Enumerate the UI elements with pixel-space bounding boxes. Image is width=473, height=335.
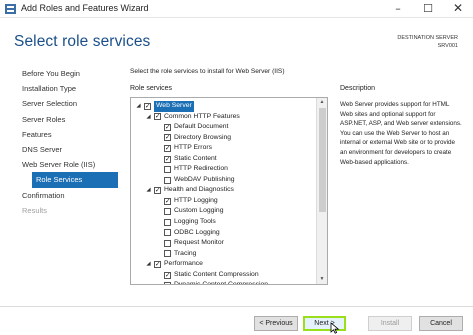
role-service-label: WebDAV Publishing xyxy=(174,175,235,183)
role-service-label: HTTP Errors xyxy=(174,144,213,152)
nav-item-results: Results xyxy=(22,205,48,215)
role-service-checkbox[interactable] xyxy=(164,208,171,216)
server-manager-icon xyxy=(5,4,16,14)
nav-item-features[interactable]: Features xyxy=(22,127,122,142)
tree-row[interactable]: Dynamic Content Compression xyxy=(131,280,319,285)
scroll-thumb[interactable] xyxy=(318,108,326,212)
role-service-label: Custom Logging xyxy=(174,207,224,215)
role-service-label: Dynamic Content Compression xyxy=(174,281,269,285)
tree-row[interactable]: ✓ Default Document xyxy=(131,122,319,133)
role-service-checkbox[interactable]: ✓ xyxy=(154,187,161,195)
tree-row[interactable]: ✓ HTTP Logging xyxy=(131,196,319,207)
role-services-label: Role services xyxy=(130,85,173,92)
nav-item-confirmation[interactable]: Confirmation xyxy=(22,188,122,203)
role-service-checkbox[interactable]: ✓ xyxy=(164,124,171,131)
minimize-button[interactable]: – xyxy=(384,0,412,18)
role-service-label: Common HTTP Features xyxy=(164,112,240,120)
page-title: Select role services xyxy=(14,33,151,50)
expand-toggle-icon[interactable]: ◢ xyxy=(145,185,152,196)
description-label: Description xyxy=(340,85,376,92)
role-service-label: Static Content xyxy=(174,154,217,162)
wizard-nav: Before You Begin Installation Type Server … xyxy=(22,66,122,218)
tree-row[interactable]: Custom Logging xyxy=(131,206,319,217)
role-service-label: Web Server xyxy=(154,101,194,112)
role-services-tree[interactable]: ◢ ✓ Web Server ◢ ✓ Common HTTP Features ✓ Defau… xyxy=(130,97,328,285)
tree-row[interactable]: ✓ Directory Browsing xyxy=(131,133,319,144)
tree-row[interactable]: ODBC Logging xyxy=(131,228,319,239)
nav-item-before-you-begin[interactable]: Before You Begin xyxy=(22,66,122,81)
role-service-checkbox[interactable] xyxy=(164,239,171,247)
tree-scrollbar[interactable]: ▲ ▼ xyxy=(316,98,327,284)
tree-row[interactable]: WebDAV Publishing xyxy=(131,175,319,186)
role-service-checkbox[interactable] xyxy=(164,218,171,226)
tree-row[interactable]: ✓ Static Content xyxy=(131,154,319,165)
role-service-label: HTTP Logging xyxy=(174,196,218,204)
install-button[interactable]: Install xyxy=(368,316,412,331)
nav-item-server-selection[interactable]: Server Selection xyxy=(22,96,122,111)
tree-row[interactable]: Tracing xyxy=(131,249,319,260)
tree-list: ◢ ✓ Web Server ◢ ✓ Common HTTP Features ✓ Defau… xyxy=(131,101,319,285)
close-button[interactable]: ✕ xyxy=(444,0,472,18)
previous-button[interactable]: < Previous xyxy=(254,316,298,331)
tree-row[interactable]: ✓ Static Content Compression xyxy=(131,270,319,281)
role-service-checkbox[interactable]: ✓ xyxy=(144,103,151,110)
destination-server-label: DESTINATION SERVER xyxy=(397,35,458,41)
tree-row[interactable]: ◢ ✓ Performance xyxy=(131,259,319,270)
tree-row[interactable]: HTTP Redirection xyxy=(131,164,319,175)
tree-row[interactable]: Logging Tools xyxy=(131,217,319,228)
role-service-checkbox[interactable]: ✓ xyxy=(164,271,171,279)
expand-toggle-icon[interactable]: ◢ xyxy=(145,112,152,123)
destination-server-name: SRV001 xyxy=(437,43,458,49)
role-service-checkbox[interactable] xyxy=(164,176,171,184)
role-service-checkbox[interactable] xyxy=(164,250,171,258)
role-service-checkbox[interactable]: ✓ xyxy=(164,134,171,142)
role-service-checkbox[interactable] xyxy=(164,166,171,174)
nav-item-installation-type[interactable]: Installation Type xyxy=(22,81,122,96)
mouse-pointer-icon xyxy=(330,322,340,334)
title-bar: Add Roles and Features Wizard – ☐ ✕ xyxy=(0,0,473,18)
role-service-label: Performance xyxy=(164,260,203,268)
tree-row[interactable]: ◢ ✓ Health and Diagnostics xyxy=(131,185,319,196)
instruction-text: Select the role services to install for … xyxy=(130,68,285,75)
role-service-checkbox[interactable]: ✓ xyxy=(154,113,161,121)
tree-row[interactable]: Request Monitor xyxy=(131,238,319,249)
role-service-checkbox[interactable]: ✓ xyxy=(154,261,161,268)
role-service-label: Health and Diagnostics xyxy=(164,186,234,194)
role-service-checkbox[interactable]: ✓ xyxy=(164,155,171,163)
footer-divider xyxy=(0,306,473,307)
role-service-label: Static Content Compression xyxy=(174,270,259,278)
maximize-button[interactable]: ☐ xyxy=(414,0,442,18)
cancel-button[interactable]: Cancel xyxy=(419,316,463,331)
role-service-label: HTTP Redirection xyxy=(174,165,228,173)
tree-row[interactable]: ◢ ✓ Web Server xyxy=(131,101,319,112)
role-service-label: Logging Tools xyxy=(174,218,216,226)
role-service-checkbox[interactable] xyxy=(164,282,171,284)
window-title: Add Roles and Features Wizard xyxy=(21,3,149,13)
role-service-checkbox[interactable]: ✓ xyxy=(164,197,171,205)
role-service-label: Directory Browsing xyxy=(174,133,232,141)
description-text: Web Server provides support for HTML Web… xyxy=(340,101,462,166)
nav-item-role-services[interactable]: Role Services xyxy=(32,172,118,188)
tree-row[interactable]: ✓ HTTP Errors xyxy=(131,143,319,154)
scroll-up-icon[interactable]: ▲ xyxy=(317,98,327,107)
expand-toggle-icon[interactable]: ◢ xyxy=(145,259,152,270)
role-service-label: Tracing xyxy=(174,249,197,257)
role-service-checkbox[interactable] xyxy=(164,229,171,237)
expand-toggle-icon[interactable]: ◢ xyxy=(135,101,142,112)
role-service-label: Request Monitor xyxy=(174,239,224,247)
role-service-label: ODBC Logging xyxy=(174,228,220,236)
nav-item-web-server-role-iis[interactable]: Web Server Role (IIS) xyxy=(22,157,122,172)
role-service-label: Default Document xyxy=(174,123,229,131)
nav-item-server-roles[interactable]: Server Roles xyxy=(22,112,122,127)
scroll-down-icon[interactable]: ▼ xyxy=(317,275,327,284)
role-service-checkbox[interactable]: ✓ xyxy=(164,145,171,152)
tree-row[interactable]: ◢ ✓ Common HTTP Features xyxy=(131,112,319,123)
nav-item-dns-server[interactable]: DNS Server xyxy=(22,142,122,157)
